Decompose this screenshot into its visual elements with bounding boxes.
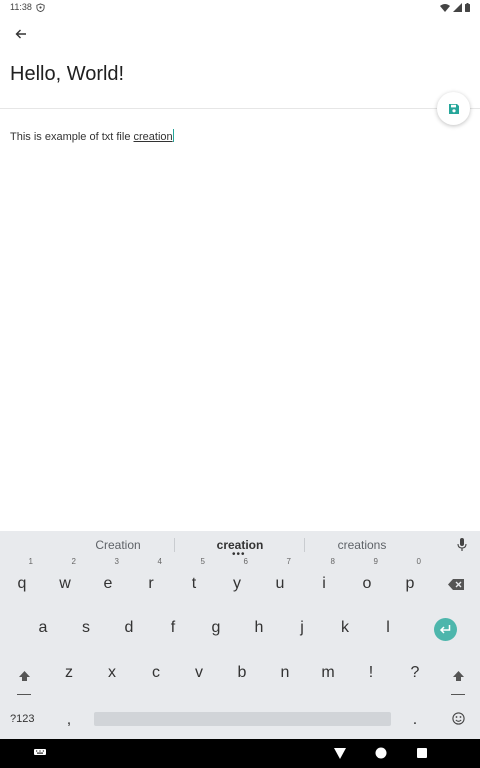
title-divider bbox=[0, 108, 480, 109]
emoji-key[interactable] bbox=[449, 709, 467, 727]
wifi-icon bbox=[440, 3, 450, 12]
key-m[interactable]: m bbox=[313, 658, 343, 688]
shift-underline bbox=[451, 694, 465, 695]
shift-key-right[interactable] bbox=[443, 661, 473, 695]
key-j[interactable]: j bbox=[287, 613, 317, 643]
save-icon bbox=[448, 103, 460, 115]
key-r[interactable]: r4 bbox=[136, 557, 166, 599]
key-e[interactable]: e3 bbox=[93, 557, 123, 599]
key-g[interactable]: g bbox=[201, 613, 231, 643]
shift-icon bbox=[18, 670, 31, 683]
shift-underline bbox=[17, 694, 31, 695]
suggestion-divider bbox=[304, 538, 305, 552]
soft-keyboard: Creation creation ••• creations q1 w2 e3… bbox=[0, 531, 480, 739]
key-q[interactable]: q1 bbox=[7, 557, 37, 599]
keyboard-switch-button[interactable] bbox=[33, 747, 47, 759]
signal-icon bbox=[453, 2, 462, 12]
home-circle-icon bbox=[375, 747, 387, 759]
suggestion-left[interactable]: Creation bbox=[92, 538, 144, 552]
suggestion-right[interactable]: creations bbox=[333, 538, 391, 552]
suggestion-divider bbox=[174, 538, 175, 552]
key-h[interactable]: h bbox=[244, 613, 274, 643]
key-u[interactable]: u7 bbox=[265, 557, 295, 599]
page-title: Hello, World! bbox=[10, 63, 125, 85]
shift-key-left[interactable] bbox=[9, 661, 39, 695]
vpn-icon bbox=[36, 2, 45, 12]
suggestion-strip: Creation creation ••• creations bbox=[0, 531, 480, 560]
key-b[interactable]: b bbox=[227, 658, 257, 688]
backspace-icon bbox=[448, 578, 464, 590]
key-i[interactable]: i8 bbox=[309, 557, 339, 599]
key-t[interactable]: t5 bbox=[179, 557, 209, 599]
composing-word: creation bbox=[133, 131, 173, 143]
microphone-icon bbox=[457, 538, 467, 551]
key-z[interactable]: z bbox=[54, 658, 84, 688]
enter-key[interactable] bbox=[432, 616, 458, 642]
key-s[interactable]: s bbox=[71, 613, 101, 643]
key-comma[interactable]: , bbox=[54, 705, 84, 735]
nav-home-button[interactable] bbox=[374, 747, 388, 759]
nav-back-button[interactable] bbox=[333, 747, 347, 759]
backspace-key[interactable] bbox=[444, 574, 468, 594]
key-f[interactable]: f bbox=[158, 613, 188, 643]
key-w[interactable]: w2 bbox=[50, 557, 80, 599]
text-cursor bbox=[172, 129, 174, 142]
microphone-button[interactable] bbox=[457, 538, 467, 551]
enter-arrow-icon bbox=[439, 624, 451, 634]
status-bar: 11:38 bbox=[0, 0, 480, 14]
status-time: 11:38 bbox=[10, 2, 32, 12]
key-exclamation[interactable]: ! bbox=[356, 658, 386, 688]
back-triangle-icon bbox=[334, 747, 346, 759]
key-l[interactable]: l bbox=[373, 613, 403, 643]
key-question[interactable]: ? bbox=[400, 658, 430, 688]
battery-icon bbox=[465, 2, 470, 12]
key-period[interactable]: . bbox=[400, 705, 430, 735]
key-y[interactable]: y6 bbox=[222, 557, 252, 599]
key-o[interactable]: o9 bbox=[352, 557, 382, 599]
save-button[interactable] bbox=[437, 92, 470, 125]
back-arrow-icon bbox=[15, 28, 27, 40]
editor-text: This is example of txt file bbox=[10, 131, 134, 143]
key-k[interactable]: k bbox=[330, 613, 360, 643]
symbols-key[interactable]: ?123 bbox=[10, 713, 34, 725]
recents-square-icon bbox=[417, 748, 427, 758]
key-v[interactable]: v bbox=[184, 658, 214, 688]
key-p[interactable]: p0 bbox=[395, 557, 425, 599]
key-d[interactable]: d bbox=[114, 613, 144, 643]
space-bar[interactable] bbox=[94, 712, 391, 726]
key-x[interactable]: x bbox=[97, 658, 127, 688]
emoji-icon bbox=[451, 711, 465, 725]
nav-recents-button[interactable] bbox=[415, 747, 429, 759]
key-n[interactable]: n bbox=[270, 658, 300, 688]
shift-icon bbox=[452, 670, 465, 683]
text-editor[interactable]: This is example of txt file creation bbox=[10, 129, 174, 143]
back-button[interactable] bbox=[10, 23, 32, 45]
keyboard-switch-icon bbox=[34, 749, 46, 757]
navigation-bar bbox=[0, 739, 480, 768]
key-c[interactable]: c bbox=[141, 658, 171, 688]
key-a[interactable]: a bbox=[28, 613, 58, 643]
enter-key-background bbox=[433, 617, 457, 641]
